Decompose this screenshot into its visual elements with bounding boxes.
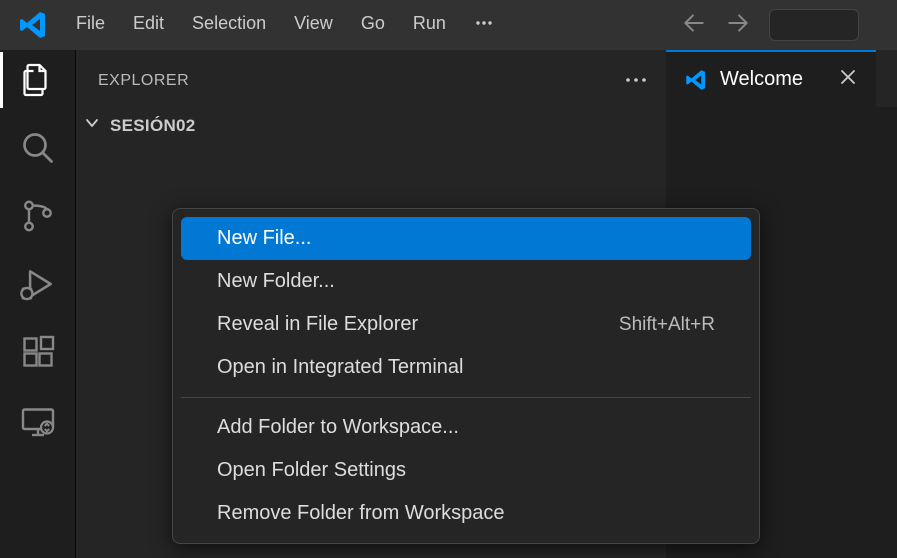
menu-selection[interactable]: Selection: [178, 7, 280, 44]
sidebar-header: EXPLORER: [76, 50, 666, 101]
debug-icon: [19, 265, 57, 303]
vscode-logo-icon: [17, 9, 49, 41]
ellipsis-icon: [474, 13, 494, 33]
remote-icon: [20, 402, 56, 438]
menu-view[interactable]: View: [280, 7, 347, 44]
activity-run-debug[interactable]: [18, 264, 58, 304]
menu-file[interactable]: File: [62, 7, 119, 44]
separator: [181, 397, 751, 398]
activity-source-control[interactable]: [18, 196, 58, 236]
menu-run[interactable]: Run: [399, 7, 460, 44]
ctx-label: Reveal in File Explorer: [217, 313, 418, 336]
menu-edit[interactable]: Edit: [119, 7, 178, 44]
ctx-new-folder[interactable]: New Folder...: [181, 260, 751, 303]
nav-controls: [681, 9, 889, 41]
extensions-icon: [20, 334, 56, 370]
chevron-down-icon: [82, 113, 102, 138]
files-icon: [20, 62, 56, 98]
menu-overflow[interactable]: [460, 7, 508, 44]
folder-header[interactable]: SESIÓN02: [76, 101, 666, 146]
ctx-shortcut: Shift+Alt+R: [619, 314, 715, 336]
ctx-add-folder-workspace[interactable]: Add Folder to Workspace...: [181, 406, 751, 449]
menu-go[interactable]: Go: [347, 7, 399, 44]
arrow-right-icon: [725, 10, 751, 36]
activity-remote[interactable]: [18, 400, 58, 440]
ctx-label: New Folder...: [217, 270, 335, 293]
context-menu: New File... New Folder... Reveal in File…: [172, 208, 760, 544]
ctx-label: Open Folder Settings: [217, 459, 406, 482]
close-icon: [838, 67, 858, 87]
activity-search[interactable]: [18, 128, 58, 168]
ctx-open-terminal[interactable]: Open in Integrated Terminal: [181, 346, 751, 389]
tab-bar: Welcome: [666, 50, 897, 108]
ctx-open-folder-settings[interactable]: Open Folder Settings: [181, 449, 751, 492]
source-control-icon: [20, 198, 56, 234]
tab-label: Welcome: [720, 68, 803, 91]
ctx-remove-folder-workspace[interactable]: Remove Folder from Workspace: [181, 492, 751, 535]
activity-extensions[interactable]: [18, 332, 58, 372]
ctx-label: New File...: [217, 227, 311, 250]
command-center[interactable]: [769, 9, 859, 41]
folder-name: SESIÓN02: [110, 116, 196, 136]
search-icon: [20, 130, 56, 166]
app-logo: [8, 9, 58, 41]
tab-close-button[interactable]: [838, 67, 858, 92]
sidebar-title: EXPLORER: [98, 72, 189, 90]
ctx-new-file[interactable]: New File...: [181, 217, 751, 260]
arrow-left-icon: [681, 10, 707, 36]
tab-welcome[interactable]: Welcome: [666, 50, 876, 107]
activity-bar: [0, 50, 76, 558]
ctx-label: Open in Integrated Terminal: [217, 356, 463, 379]
ctx-label: Add Folder to Workspace...: [217, 416, 459, 439]
ellipsis-icon: [624, 74, 648, 86]
nav-back-button[interactable]: [681, 10, 707, 41]
ctx-label: Remove Folder from Workspace: [217, 502, 505, 525]
activity-explorer[interactable]: [18, 60, 58, 100]
vscode-logo-icon: [684, 68, 708, 92]
nav-forward-button[interactable]: [725, 10, 751, 41]
titlebar: File Edit Selection View Go Run: [0, 0, 897, 50]
ctx-reveal-explorer[interactable]: Reveal in File Explorer Shift+Alt+R: [181, 303, 751, 346]
menu-bar: File Edit Selection View Go Run: [62, 7, 508, 44]
sidebar-more-button[interactable]: [624, 70, 648, 91]
